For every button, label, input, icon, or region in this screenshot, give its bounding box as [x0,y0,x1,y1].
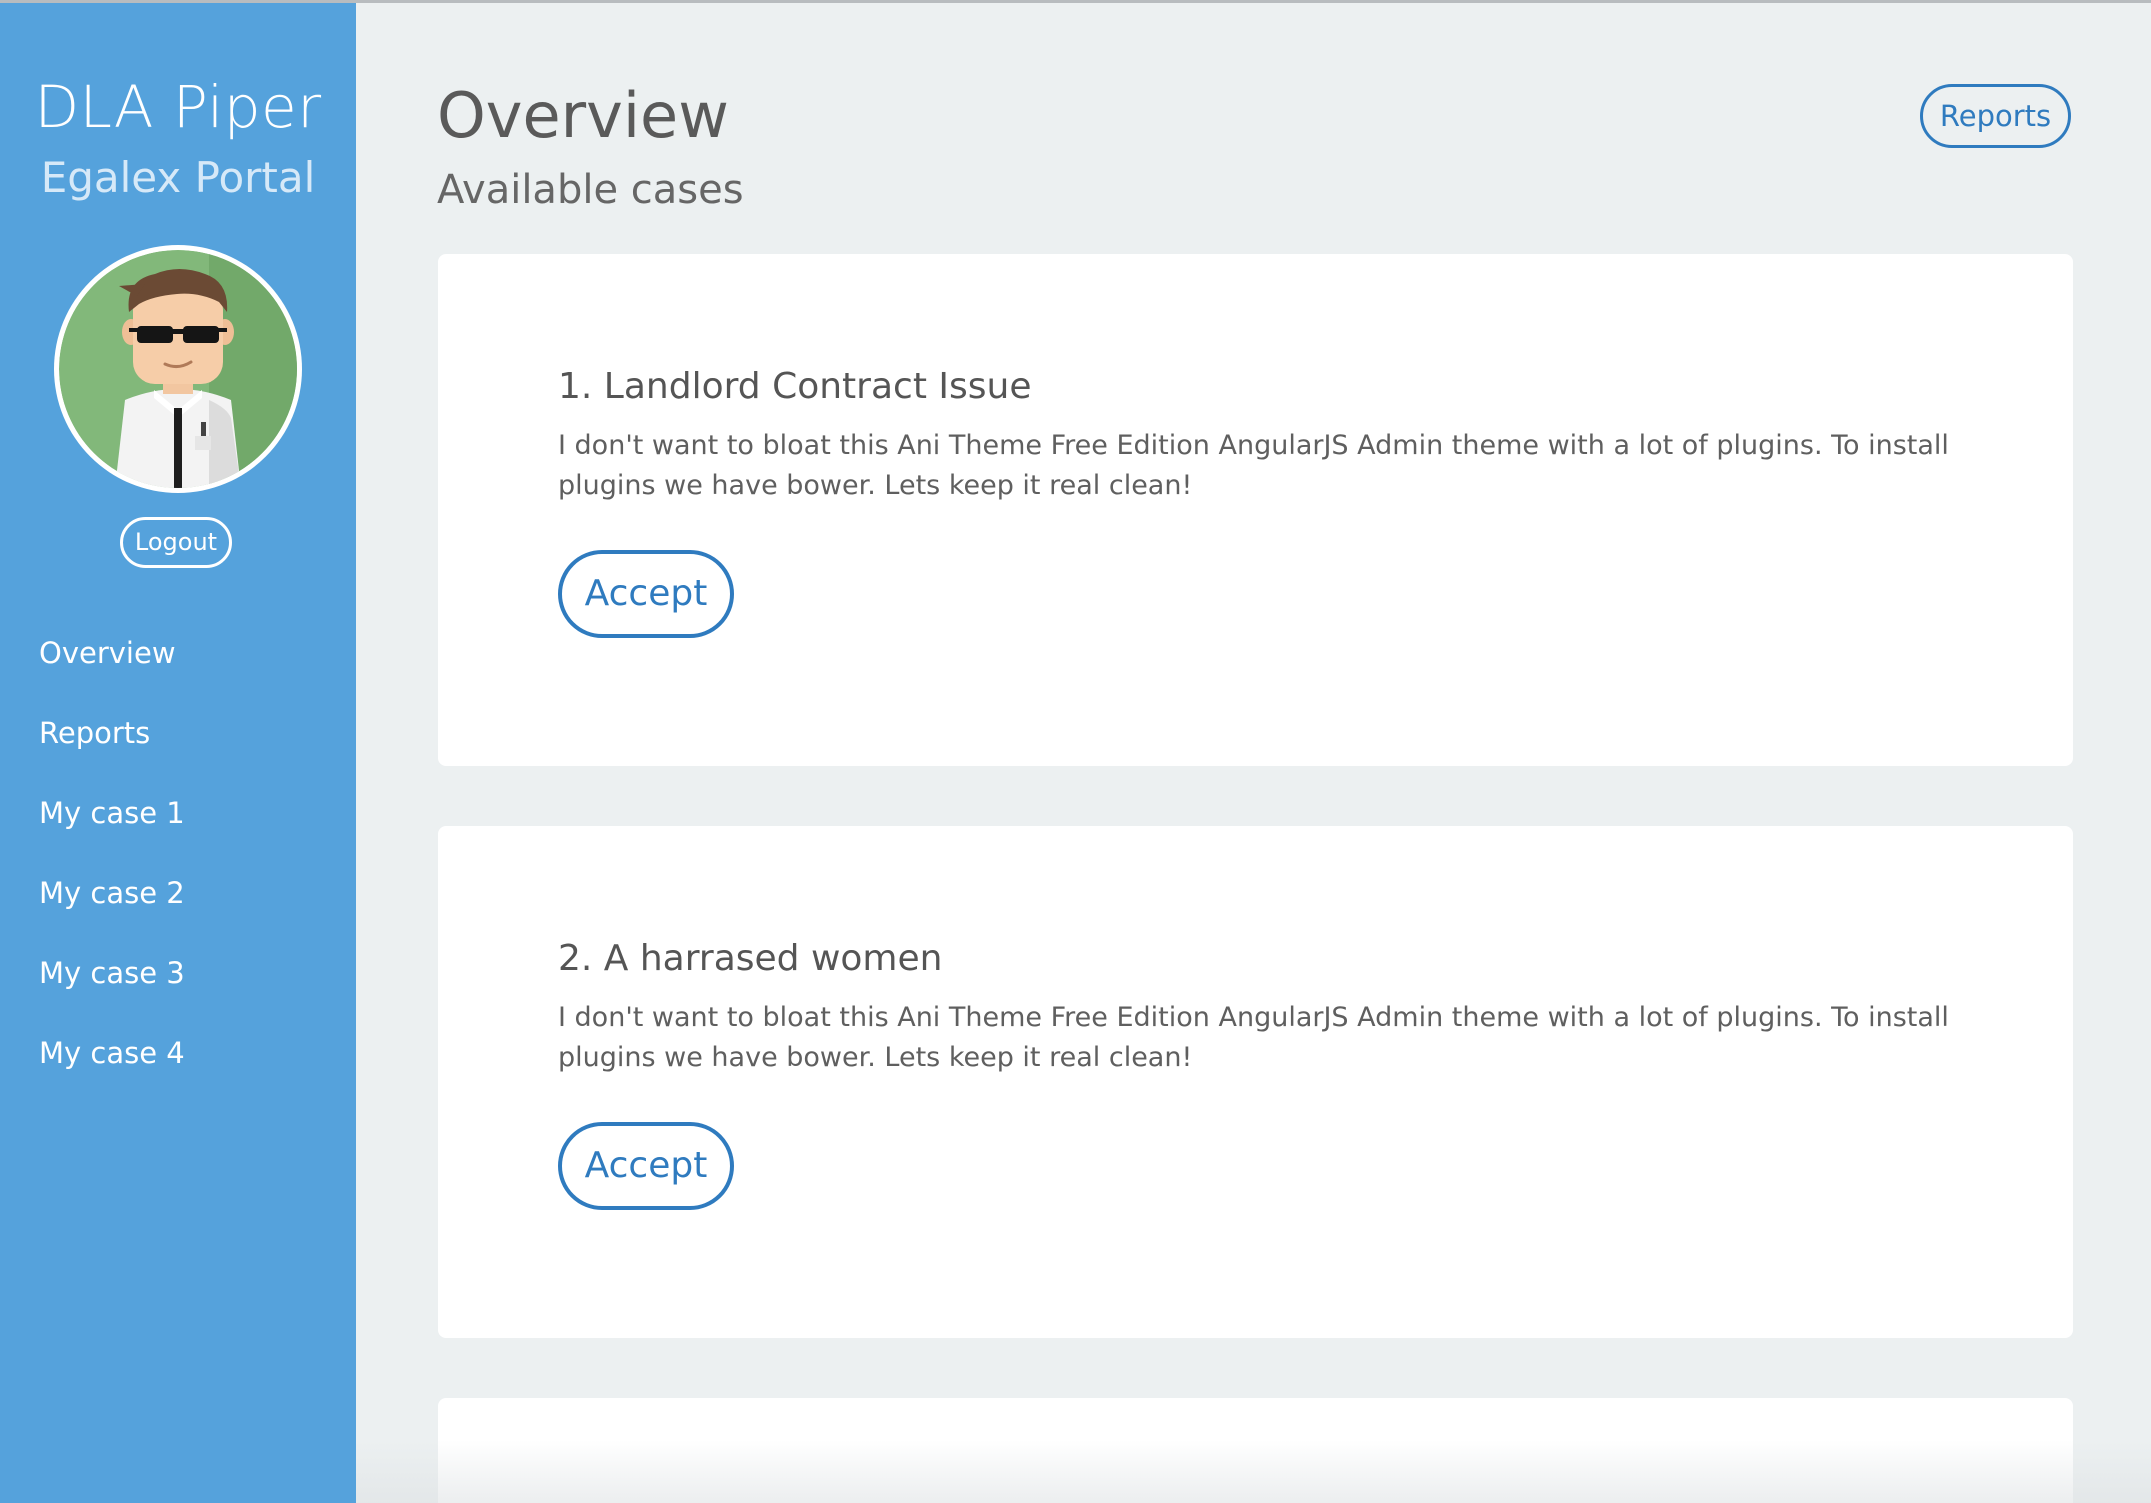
case-card: 1. Landlord Contract Issue I don't want … [438,254,2073,766]
case-title: 1. Landlord Contract Issue [558,366,1032,407]
case-description: I don't want to bloat this Ani Theme Fre… [558,1002,1949,1073]
sidebar-item-reports[interactable]: Reports [39,705,185,785]
top-border [0,0,2151,3]
accept-button[interactable]: Accept [558,550,734,638]
sidebar-nav: Overview Reports My case 1 My case 2 My … [39,625,185,1105]
sidebar-item-my-case-4[interactable]: My case 4 [39,1025,185,1105]
sidebar: DLA Piper Egalex Portal Logout Overview … [0,0,356,1503]
accept-button[interactable]: Accept [558,1122,734,1210]
sidebar-item-my-case-1[interactable]: My case 1 [39,785,185,865]
case-description: I don't want to bloat this Ani Theme Fre… [558,430,1949,501]
sidebar-item-my-case-3[interactable]: My case 3 [39,945,185,1025]
brand-title: DLA Piper [34,73,322,141]
page-subtitle: Available cases [437,167,744,213]
avatar[interactable] [54,245,302,493]
reports-button[interactable]: Reports [1920,84,2071,148]
logout-button[interactable]: Logout [120,517,232,568]
user-avatar-icon [59,250,297,488]
case-card [438,1398,2073,1503]
case-card: 2. A harrased women I don't want to bloa… [438,826,2073,1338]
sidebar-item-my-case-2[interactable]: My case 2 [39,865,185,945]
page-title: Overview [437,79,729,152]
sidebar-item-overview[interactable]: Overview [39,625,185,705]
brand-subtitle: Egalex Portal [40,153,316,202]
case-title: 2. A harrased women [558,938,943,979]
